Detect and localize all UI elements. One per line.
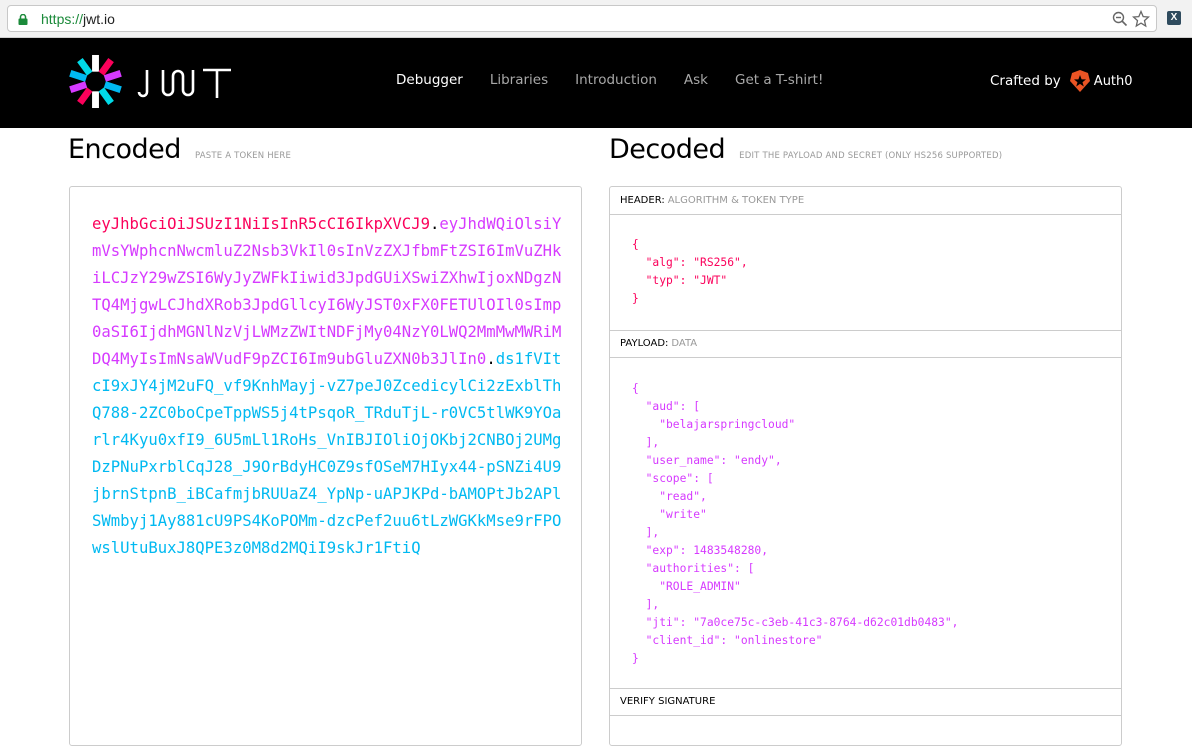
bookmark-star-icon[interactable] — [1132, 10, 1150, 28]
jwt-logo[interactable] — [68, 54, 237, 109]
header-section-label: HEADER: — [620, 195, 665, 206]
crafted-by-auth0[interactable]: Crafted by Auth0 — [990, 70, 1133, 92]
encoded-token[interactable]: eyJhbGciOiJSUzI1NiIsInR5cCI6IkpXVCJ9.eyJ… — [92, 211, 562, 562]
browser-toolbar: https://jwt.io X — [0, 0, 1192, 38]
nav-introduction[interactable]: Introduction — [575, 72, 657, 88]
header-json-editor[interactable]: { "alg": "RS256", "typ": "JWT" } — [632, 236, 748, 308]
token-separator: . — [486, 350, 496, 368]
decoded-panel: HEADER: ALGORITHM & TOKEN TYPE { "alg": "… — [609, 186, 1122, 746]
auth0-shield-icon — [1069, 70, 1090, 92]
verify-signature-title: VERIFY SIGNATURE — [610, 688, 1121, 716]
header-section-sublabel: ALGORITHM & TOKEN TYPE — [667, 195, 805, 206]
payload-section-sublabel: DATA — [671, 338, 698, 349]
verify-signature-label: VERIFY SIGNATURE — [620, 696, 716, 707]
url-host: jwt.io — [83, 11, 115, 27]
main-nav: Debugger Libraries Introduction Ask Get … — [396, 72, 850, 88]
encoded-heading: Encoded PASTE A TOKEN HERE — [68, 134, 291, 165]
header-section-title: HEADER: ALGORITHM & TOKEN TYPE — [610, 187, 1121, 215]
token-payload-part: eyJhdWQiOlsiYmVsYWphcnNwcmluZ2Nsb3VkIl0s… — [92, 215, 562, 368]
zoom-out-icon[interactable] — [1112, 11, 1128, 27]
decoded-heading: Decoded EDIT THE PAYLOAD AND SECRET (ONL… — [609, 134, 1002, 165]
encoded-hint: PASTE A TOKEN HERE — [194, 151, 292, 161]
token-signature-part: ds1fVItcI9xJY4jM2uFQ_vf9KnhMayj-vZ7peJ0Z… — [92, 350, 562, 557]
decoded-title: Decoded — [609, 134, 726, 165]
nav-ask[interactable]: Ask — [684, 72, 708, 88]
crafted-by-label: Crafted by — [990, 73, 1061, 89]
jwt-wordmark-icon — [137, 68, 231, 98]
extension-icon[interactable]: X — [1167, 11, 1181, 25]
url-scheme: https:// — [41, 11, 84, 27]
auth0-label: Auth0 — [1093, 73, 1133, 89]
payload-json-editor[interactable]: { "aud": [ "belajarspringcloud" ], "user… — [632, 380, 958, 668]
nav-tshirt[interactable]: Get a T-shirt! — [735, 72, 823, 88]
token-separator: . — [429, 215, 440, 233]
decoded-hint: EDIT THE PAYLOAD AND SECRET (ONLY HS256 … — [739, 151, 1003, 161]
payload-section-title: PAYLOAD: DATA — [610, 330, 1121, 358]
address-bar[interactable]: https://jwt.io — [7, 5, 1157, 32]
payload-section-label: PAYLOAD: — [620, 338, 669, 349]
encoded-token-input[interactable]: eyJhbGciOiJSUzI1NiIsInR5cCI6IkpXVCJ9.eyJ… — [69, 186, 582, 746]
encoded-title: Encoded — [68, 134, 181, 165]
lock-icon — [18, 14, 28, 25]
nav-debugger[interactable]: Debugger — [396, 72, 463, 88]
jwt-logo-mark-icon — [69, 54, 122, 109]
nav-libraries[interactable]: Libraries — [490, 72, 548, 88]
url-text[interactable]: https://jwt.io — [41, 11, 115, 27]
token-header-part: eyJhbGciOiJSUzI1NiIsInR5cCI6IkpXVCJ9 — [92, 215, 430, 233]
site-header: Debugger Libraries Introduction Ask Get … — [0, 38, 1192, 128]
